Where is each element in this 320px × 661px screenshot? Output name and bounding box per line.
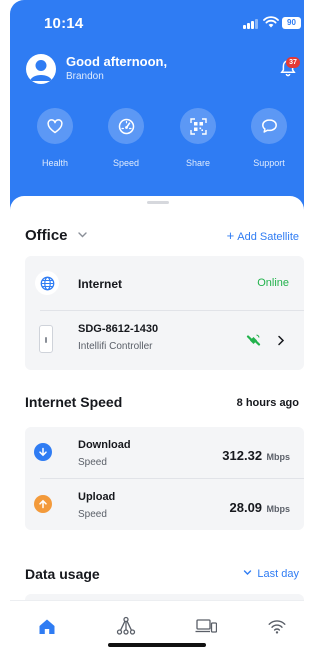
location-title[interactable]: Office bbox=[25, 227, 68, 244]
chevron-right-icon[interactable] bbox=[277, 335, 285, 346]
upload-value: 28.09 bbox=[229, 500, 263, 515]
internet-row[interactable]: Internet Online bbox=[25, 256, 304, 310]
status-bar: 10:14 90 bbox=[10, 0, 304, 40]
download-label: Download bbox=[78, 439, 131, 451]
chat-bubble-icon bbox=[261, 119, 277, 133]
user-icon bbox=[30, 60, 52, 81]
home-icon bbox=[39, 619, 55, 634]
satellite-icon bbox=[246, 334, 261, 346]
share-label: Share bbox=[185, 158, 211, 168]
health-label: Health bbox=[41, 158, 68, 168]
share-action[interactable]: Share bbox=[173, 108, 223, 168]
upload-speed: 28.09 Mbps bbox=[230, 499, 291, 517]
content-sheet: Office + Add Satellite Internet Online SD… bbox=[10, 196, 304, 661]
status-time: 10:14 bbox=[44, 15, 84, 32]
devices-icon bbox=[195, 619, 217, 633]
drag-handle[interactable] bbox=[147, 201, 169, 204]
nav-wifi[interactable] bbox=[265, 615, 289, 637]
heart-icon bbox=[47, 118, 63, 133]
username: Brandon bbox=[66, 71, 104, 82]
nav-home[interactable] bbox=[35, 615, 59, 637]
wifi-icon bbox=[268, 619, 286, 634]
internet-label: Internet bbox=[78, 277, 123, 291]
data-usage-title: Data usage bbox=[25, 566, 100, 582]
support-label: Support bbox=[253, 158, 285, 168]
download-row: Download Speed 312.32 Mbps bbox=[25, 427, 304, 478]
support-action[interactable]: Support bbox=[244, 108, 294, 168]
plus-icon: + bbox=[226, 228, 235, 243]
upload-label: Upload bbox=[78, 491, 116, 503]
signal-icon bbox=[243, 18, 260, 29]
nav-devices[interactable] bbox=[191, 615, 221, 637]
wifi-status-icon bbox=[263, 16, 279, 28]
download-value: 312.32 bbox=[222, 448, 263, 463]
download-unit: Mbps bbox=[266, 452, 291, 462]
speed-title: Internet Speed bbox=[25, 394, 123, 410]
device-type: Intellifi Controller bbox=[78, 341, 153, 352]
nav-network[interactable] bbox=[114, 615, 138, 637]
upload-row: Upload Speed 28.09 Mbps bbox=[25, 479, 304, 530]
greeting-text: Good afternoon, bbox=[66, 54, 168, 69]
qr-code-icon bbox=[189, 117, 207, 135]
bottom-navigation bbox=[10, 600, 304, 661]
network-topology-icon bbox=[116, 616, 136, 635]
speed-card: Download Speed 312.32 Mbps Upload Speed … bbox=[25, 427, 304, 530]
notification-badge: 37 bbox=[286, 57, 300, 68]
health-action[interactable]: Health bbox=[30, 108, 80, 168]
add-satellite-label: Add Satellite bbox=[237, 231, 299, 243]
controller-icon bbox=[39, 325, 53, 353]
chevron-down-icon bbox=[244, 570, 252, 575]
add-satellite-button[interactable]: + Add Satellite bbox=[227, 228, 299, 243]
download-speed: 312.32 Mbps bbox=[222, 447, 290, 465]
download-icon bbox=[34, 443, 52, 461]
upload-icon bbox=[34, 495, 52, 513]
avatar[interactable] bbox=[26, 54, 56, 84]
speed-action[interactable]: Speed bbox=[101, 108, 151, 168]
header: 10:14 90 Good afternoon, Brandon 37 Heal… bbox=[10, 0, 304, 210]
network-card: Internet Online SDG-8612-1430 Intellifi … bbox=[25, 256, 304, 370]
upload-unit: Mbps bbox=[266, 504, 291, 514]
battery-indicator: 90 bbox=[282, 17, 301, 29]
online-status: Online bbox=[257, 277, 289, 289]
data-usage-range[interactable]: Last day bbox=[243, 568, 299, 580]
speed-label: Speed bbox=[112, 158, 140, 168]
globe-icon bbox=[35, 271, 59, 295]
speed-updated: 8 hours ago bbox=[236, 397, 299, 409]
upload-sub: Speed bbox=[78, 509, 107, 520]
chevron-down-icon[interactable] bbox=[77, 229, 88, 240]
device-row[interactable]: SDG-8612-1430 Intellifi Controller bbox=[25, 311, 304, 370]
device-id: SDG-8612-1430 bbox=[78, 323, 159, 335]
download-sub: Speed bbox=[78, 457, 107, 468]
home-indicator bbox=[108, 643, 206, 647]
speedometer-icon bbox=[118, 118, 134, 134]
data-usage-range-label: Last day bbox=[257, 568, 299, 580]
